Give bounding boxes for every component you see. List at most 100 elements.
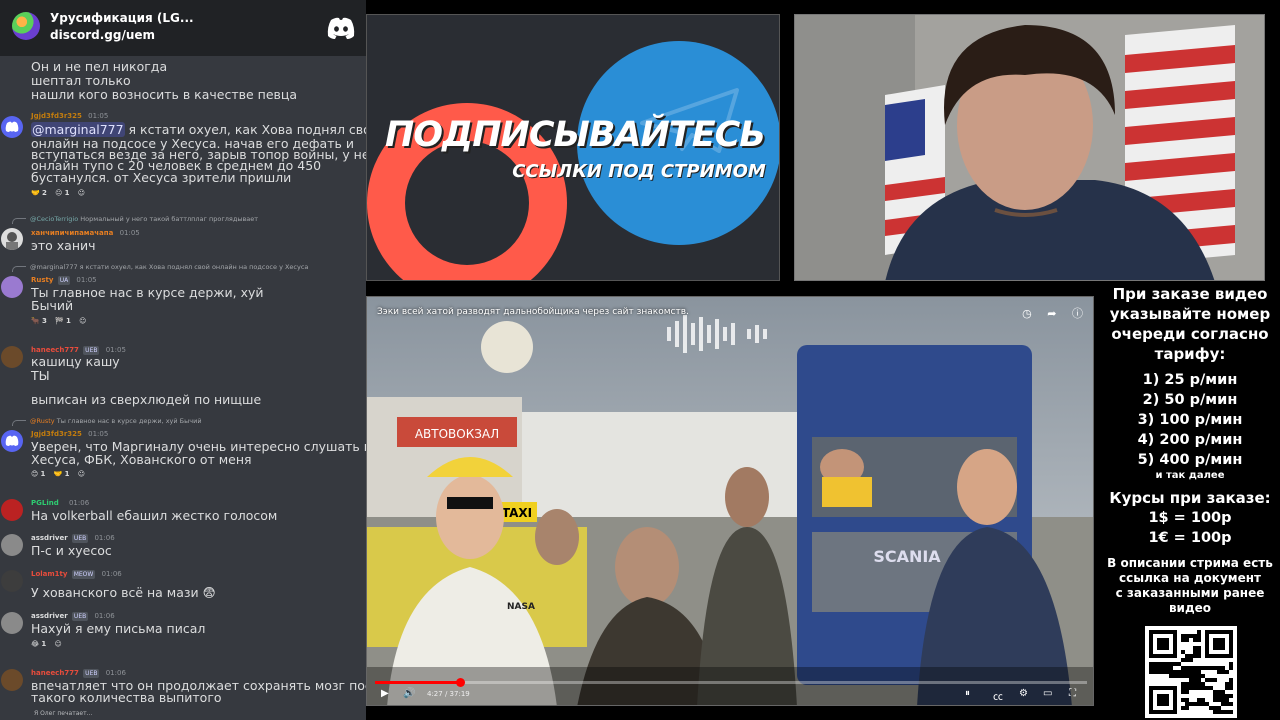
message-text: шептал только <box>31 73 131 88</box>
username[interactable]: assdriver <box>31 612 68 620</box>
username[interactable]: Jgjd3fd3r325 <box>31 430 82 438</box>
timestamp: 01:05 <box>88 430 109 438</box>
username[interactable]: Lolam1ty <box>31 570 67 578</box>
reactions[interactable]: 🤝 2 😐 1 ☺ <box>31 189 91 197</box>
user-badge: UEB <box>83 669 100 678</box>
message-meta: ханчипичипамачапа 01:05 <box>31 229 140 238</box>
server-invite-link[interactable]: discord.gg/uem <box>50 28 155 42</box>
timestamp: 01:06 <box>105 669 126 677</box>
time-display: 4:27 / 37:19 <box>427 690 470 698</box>
message-text: П-с и хуесос <box>31 543 112 558</box>
rates-title: Курсы при заказе: <box>1109 489 1271 507</box>
price-item: 4) 200 р/мин <box>1137 432 1243 448</box>
server-name: Урусификация (LG... <box>50 11 194 25</box>
share-icon[interactable]: ➦ <box>1047 307 1056 320</box>
reaction[interactable]: 🏁 1 <box>55 317 71 325</box>
add-reaction-icon[interactable]: ☺ <box>79 317 86 325</box>
reaction[interactable]: 😐 1 <box>55 189 69 197</box>
user-avatar[interactable] <box>1 276 23 298</box>
username[interactable]: assdriver <box>31 534 68 542</box>
fullscreen-icon[interactable]: ⛶ <box>1069 688 1076 699</box>
reaction[interactable]: 🤝 2 <box>31 189 47 197</box>
message-meta: assdriver UEB 01:06 <box>31 612 115 621</box>
reaction[interactable]: 😊 1 <box>31 470 45 478</box>
patreon-logo-inner <box>405 141 529 265</box>
user-avatar[interactable] <box>1 116 23 138</box>
webcam-image <box>795 15 1264 280</box>
subtitles-icon[interactable]: ㏄ <box>993 688 1003 703</box>
reaction[interactable]: 😂 1 <box>31 640 46 648</box>
webcam-feed <box>794 14 1265 281</box>
timestamp: 01:05 <box>119 229 140 237</box>
reactions[interactable]: 😂 1 ☺ <box>31 640 68 648</box>
message-meta: Lolam1ty MEOW 01:06 <box>31 570 122 579</box>
discord-chat-panel: Урусификация (LG... discord.gg/uem Он и … <box>0 0 366 720</box>
user-badge: UA <box>57 276 71 285</box>
user-avatar[interactable] <box>1 346 23 368</box>
message-meta: Jgjd3fd3r325 01:05 <box>31 112 108 121</box>
add-reaction-icon[interactable]: ☺ <box>78 470 85 478</box>
message-text: @marginal777 я кстати охуел, как Хова по… <box>31 122 366 137</box>
message-text: такого количества выпитого <box>31 690 222 705</box>
video-title[interactable]: Зэки всей хатой разводят дальнобойщика ч… <box>377 307 689 317</box>
add-reaction-icon[interactable]: ☺ <box>78 189 85 197</box>
reactions[interactable]: 😊 1 🤝 1 ☺ <box>31 470 91 478</box>
message-text: На volkerball ебашил жестко голосом <box>31 508 278 523</box>
discord-logo-icon <box>327 17 355 39</box>
progress-bar[interactable] <box>375 678 1087 687</box>
price-item: 3) 100 р/мин <box>1137 412 1243 428</box>
message-meta: Rusty UA 01:05 <box>31 276 97 285</box>
username[interactable]: haneech777 <box>31 346 79 354</box>
player-controls: ▶ 🔊 4:27 / 37:19 ⏸ ㏄ ⚙ ▭ ⛶ <box>367 685 1093 705</box>
watch-later-icon[interactable]: ◷ <box>1022 307 1032 320</box>
username[interactable]: haneech777 <box>31 669 79 677</box>
message-meta: Jgjd3fd3r325 01:05 <box>31 430 108 439</box>
message-text: это ханич <box>31 238 96 253</box>
timestamp: 01:06 <box>101 570 122 578</box>
username[interactable]: Rusty <box>31 276 53 284</box>
reply-preview[interactable]: @marginal777 я кстати охуел, как Хова по… <box>30 263 308 271</box>
user-avatar[interactable] <box>1 430 23 452</box>
reactions[interactable]: 🐂 3 🏁 1 ☺ <box>31 317 92 325</box>
reply-connector <box>12 266 26 272</box>
user-avatar[interactable] <box>1 612 23 634</box>
volume-icon[interactable]: 🔊 <box>403 688 415 699</box>
price-item: 2) 50 р/мин <box>1142 392 1238 408</box>
add-reaction-icon[interactable]: ☺ <box>55 640 62 648</box>
autoplay-toggle-icon[interactable]: ⏸ <box>965 688 970 699</box>
username[interactable]: Jgjd3fd3r325 <box>31 112 82 120</box>
reply-preview[interactable]: @CecioTerrigio Нормальный у него такой б… <box>30 215 258 223</box>
user-avatar[interactable] <box>1 534 23 556</box>
username[interactable]: PGLind <box>31 499 59 507</box>
price-etc: и так далее <box>1155 470 1225 481</box>
settings-icon[interactable]: ⚙ <box>1019 688 1028 699</box>
user-avatar[interactable] <box>1 499 23 521</box>
user-badge: MEOW <box>71 570 96 579</box>
play-icon[interactable]: ▶ <box>381 688 389 699</box>
reply-preview[interactable]: @Rusty Ты главное нас в курсе держи, хуй… <box>30 417 202 425</box>
user-avatar[interactable] <box>1 669 23 691</box>
user-badge: UEB <box>71 534 89 543</box>
reply-connector <box>12 218 26 224</box>
message-text: бустанулся. от Хесуса зрители пришли <box>31 170 292 185</box>
username[interactable]: ханчипичипамачапа <box>31 229 113 237</box>
timestamp: 01:06 <box>94 534 115 542</box>
reaction[interactable]: 🤝 1 <box>54 470 70 478</box>
currency-rates: 1$ = 100р 1€ = 100р <box>1148 510 1232 546</box>
player-top-controls: ◷ ➦ ⓘ <box>1010 305 1083 321</box>
user-avatar[interactable] <box>1 228 23 250</box>
message-text: Хесуса, ФБК, Хованского от меня <box>31 452 252 467</box>
message-text: Нахуй я ему письма писал <box>31 621 206 636</box>
price-list: 1) 25 р/мин 2) 50 р/мин 3) 100 р/мин 4) … <box>1100 370 1280 470</box>
reaction[interactable]: 🐂 3 <box>31 317 47 325</box>
timestamp: 01:05 <box>105 346 126 354</box>
qr-code[interactable] <box>1145 626 1237 718</box>
description-note: В описании стрима есть ссылка на докумен… <box>1107 556 1273 615</box>
cast-icon[interactable]: ▭ <box>1043 688 1052 699</box>
subscribe-banner: ПОДПИСЫВАЙТЕСЬ ССЫЛКИ ПОД СТРИМОМ <box>366 14 780 281</box>
typing-indicator: Я Олег печатает... <box>34 710 93 717</box>
banner-title: ПОДПИСЫВАЙТЕСЬ <box>385 115 766 155</box>
info-icon[interactable]: ⓘ <box>1072 307 1083 320</box>
user-avatar[interactable] <box>1 570 23 592</box>
youtube-player[interactable]: АВТОВОКЗАЛ TAXI SCANIA NASA Зэки всей ха… <box>366 296 1094 706</box>
